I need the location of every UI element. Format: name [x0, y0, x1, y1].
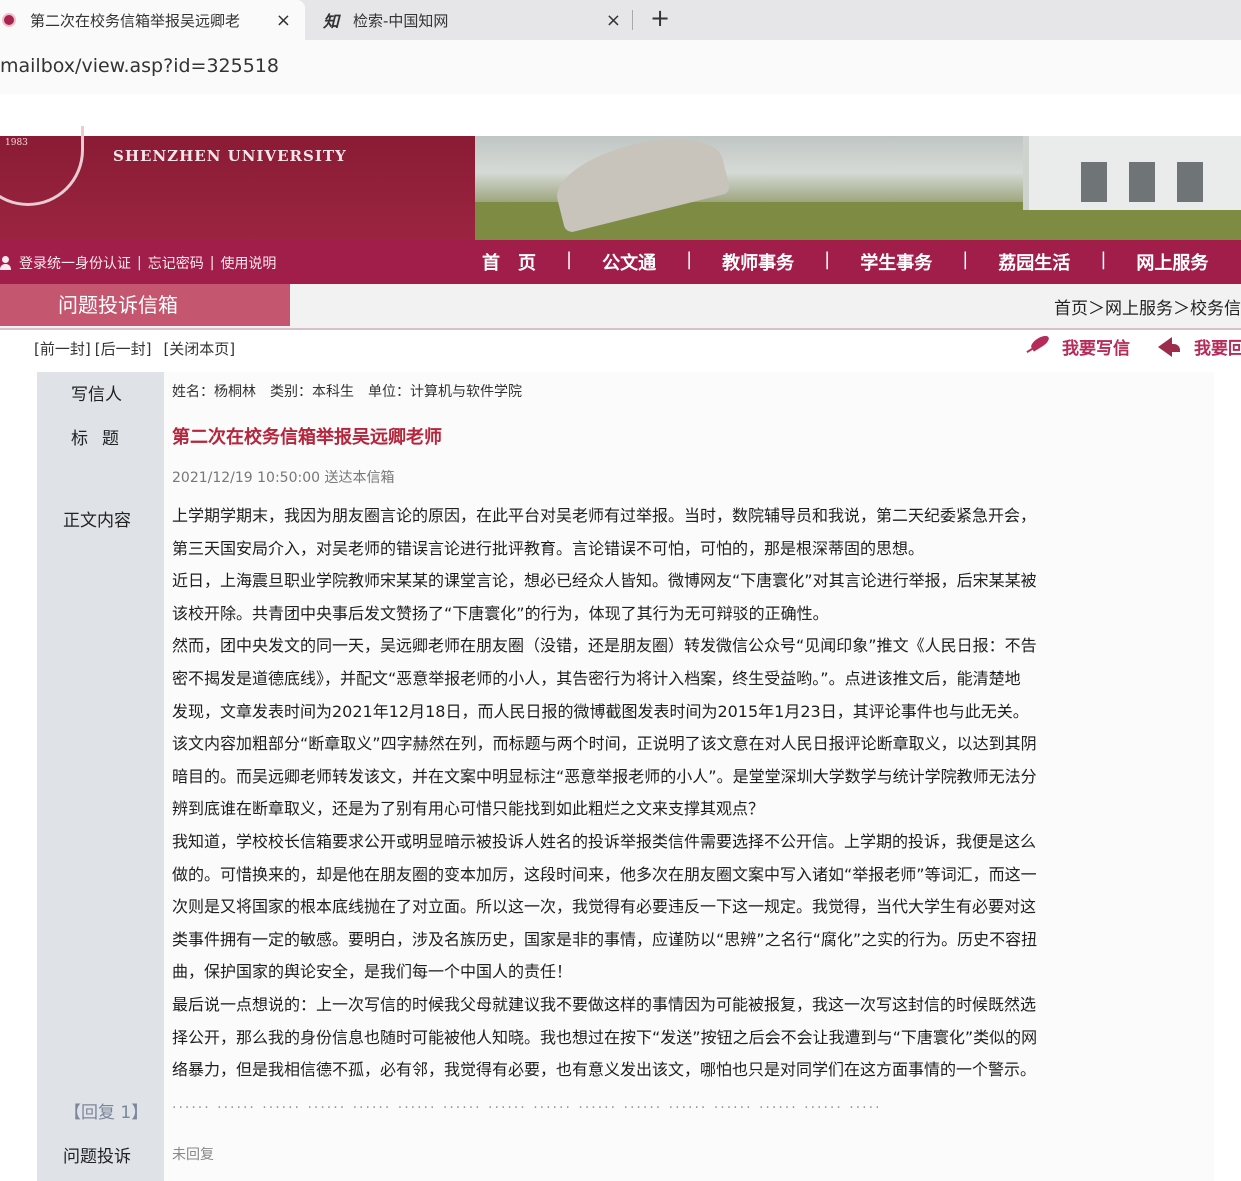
- new-tab-button[interactable]: +: [650, 4, 670, 32]
- body-line: 然而，团中央发文的同一天，吴远卿老师在朋友圈（没错，还是朋友圈）转发微信公众号“…: [172, 636, 1037, 656]
- body-line: 择公开，那么我的身份信息也随时可能被他人知晓。我也想过在按下“发送”按钮之后会不…: [172, 1027, 1038, 1047]
- sender-name: 姓名：杨桐林: [172, 384, 256, 400]
- szu-favicon-icon: [2, 13, 16, 27]
- close-page-link[interactable]: [关闭本页]: [163, 340, 235, 358]
- nav-home[interactable]: 首 页: [482, 249, 536, 275]
- nav-student-affairs[interactable]: 学生事务: [860, 249, 932, 275]
- body-line: 最后说一点想说的：上一次写信的时候我父母就建议我不要做这样的事情因为可能被报复，…: [172, 994, 1037, 1014]
- body-line: 次则是又将国家的根本底线抛在了对立面。所以这一次，我觉得有必要违反一下这一规定。…: [172, 897, 1037, 917]
- body-line: 类事件拥有一定的敏感。要明白，涉及名族历史，国家是非的事情，应谨防以“思辨”之名…: [172, 929, 1038, 949]
- cnki-favicon-icon: 知: [323, 12, 340, 31]
- browser-tab-active[interactable]: 第二次在校务信箱举报吴远卿老 ×: [0, 0, 305, 40]
- nav-campus-life[interactable]: 荔园生活: [998, 249, 1070, 275]
- nav-teacher-affairs[interactable]: 教师事务: [722, 249, 794, 275]
- letter-date: 2021/12/19 10:50:00 送达本信箱: [172, 470, 395, 486]
- body-label: 正文内容: [63, 511, 131, 531]
- campus-building: [1023, 136, 1241, 210]
- body-line: 暗目的。而吴远卿老师转发该文，并在文案中明显标注“恶意举报老师的小人”。是堂堂深…: [172, 766, 1037, 786]
- person-icon: [0, 256, 11, 270]
- body-line: 曲，保护国家的舆论安全，是我们每一个中国人的责任！: [172, 962, 573, 982]
- reply-label: 我要回: [1194, 339, 1241, 359]
- body-line: 近日，上海震旦职业学院教师宋某某的课堂言论，想必已经众人皆知。微博网友“下唐寰化…: [172, 571, 1037, 591]
- body-line: 第三天国安局介入，对吴老师的错误言论进行批评教育。言论错误不可怕，可怕的，那是根…: [172, 538, 925, 558]
- next-letter-link[interactable]: [后一封]: [95, 340, 152, 358]
- reply-button[interactable]: 我要回: [1158, 334, 1241, 359]
- body-line: 辨到底谁在断章取义，还是为了别有用心可惜只能找到如此粗烂之文来支撑其观点？: [172, 799, 765, 819]
- sender-unit: 单位：计算机与软件学院: [368, 384, 522, 400]
- nav-online-services[interactable]: 网上服务: [1136, 249, 1208, 275]
- main-navbar: 登录统一身份认证 | 忘记密码 | 使用说明 首 页 | 公文通 | 教师事务 …: [0, 240, 1241, 284]
- tab-title: 检索-中国知网: [353, 11, 449, 30]
- write-letter-button[interactable]: 我要写信: [1024, 334, 1130, 359]
- letter-body: 上学期学期末，我因为朋友圈言论的原因，在此平台对吴老师有过举报。当时，数院辅导员…: [172, 500, 1206, 1087]
- reply-divider: ······ ······ ······ ······ ······ ·····…: [172, 1100, 878, 1116]
- body-line: 发现，文章发表时间为2021年12月18日，而人民日报的微博截图发表时间为201…: [172, 701, 1029, 721]
- university-name: SHENZHEN UNIVERSITY: [113, 147, 347, 165]
- site-banner: 1983 SHENZHEN UNIVERSITY: [0, 126, 1241, 240]
- breadcrumb[interactable]: 首页＞网上服务＞校务信: [1054, 294, 1241, 319]
- body-line: 密不揭发是道德底线》，并配文“恶意举报老师的小人，其告密行为将计入档案，终生受益…: [172, 668, 1021, 688]
- browser-tab-cnki[interactable]: 知 检索-中国知网 ×: [315, 0, 635, 40]
- close-tab-icon[interactable]: ×: [606, 10, 621, 31]
- campus-photo: [475, 136, 1241, 240]
- body-line: 该文内容加粗部分“断章取义”四字赫然在列，而标题与两个时间，正说明了该文意在对人…: [172, 734, 1037, 754]
- reply-count-label: 【回复 1】: [64, 1103, 149, 1123]
- nav-documents[interactable]: 公文通: [602, 249, 656, 275]
- section-header: 问题投诉信箱 首页＞网上服务＞校务信: [0, 284, 1241, 330]
- sso-login-link[interactable]: 登录统一身份认证: [19, 253, 131, 273]
- body-line: 上学期学期末，我因为朋友圈言论的原因，在此平台对吴老师有过举报。当时，数院辅导员…: [172, 506, 1037, 525]
- address-bar[interactable]: mailbox/view.asp?id=325518: [0, 40, 1241, 94]
- university-seal-icon: 1983: [0, 126, 84, 206]
- browser-tab-bar: 第二次在校务信箱举报吴远卿老 × 知 检索-中国知网 × +: [0, 0, 1241, 40]
- subject-label: 标题: [71, 429, 133, 449]
- prev-letter-link[interactable]: [前一封]: [34, 340, 91, 358]
- tab-title: 第二次在校务信箱举报吴远卿老: [30, 11, 241, 30]
- help-link[interactable]: 使用说明: [220, 253, 276, 273]
- url-text[interactable]: mailbox/view.asp?id=325518: [0, 55, 279, 77]
- sender-info: 姓名：杨桐林 类别：本科生 单位：计算机与软件学院: [172, 381, 536, 401]
- section-title: 问题投诉信箱: [0, 284, 290, 326]
- close-tab-icon[interactable]: ×: [276, 10, 291, 31]
- body-line: 做的。可惜换来的，却是他在朋友圈的变本加厉，这段时间来，他多次在朋友圈文案中写入…: [172, 864, 1037, 884]
- quill-icon: [1024, 336, 1052, 358]
- body-line: 我知道，学校校长信箱要求公开或明显暗示被投诉人姓名的投诉举报类信件需要选择不公开…: [172, 831, 1037, 851]
- forgot-password-link[interactable]: 忘记密码: [148, 253, 204, 273]
- sender-category: 类别：本科生: [270, 384, 354, 400]
- body-line: 络暴力，但是我相信德不孤，必有邻，我觉得有必要，也有意义发出该文，哪怕也只是对同…: [172, 1060, 1037, 1080]
- letter-subject: 第二次在校务信箱举报吴远卿老师: [172, 427, 442, 448]
- label-column: [37, 372, 164, 1181]
- login-links: 登录统一身份认证 | 忘记密码 | 使用说明: [0, 253, 276, 273]
- main-nav-menu: 首 页 | 公文通 | 教师事务 | 学生事务 | 荔园生活 | 网上服务: [482, 249, 1209, 275]
- write-letter-label: 我要写信: [1062, 339, 1130, 359]
- complaint-label: 问题投诉: [63, 1147, 131, 1167]
- reply-arrow-icon: [1158, 336, 1180, 357]
- sender-label: 写信人: [71, 385, 122, 405]
- letter-toolbar: [前一封] [后一封] [关闭本页]: [34, 338, 239, 359]
- seal-year: 1983: [5, 138, 28, 148]
- tab-divider: [632, 10, 633, 30]
- body-line: 该校开除。共青团中央事后发文赞扬了“下唐寰化”的行为，体现了其行为无可辩驳的正确…: [172, 603, 829, 623]
- reply-status: 未回复: [172, 1147, 214, 1163]
